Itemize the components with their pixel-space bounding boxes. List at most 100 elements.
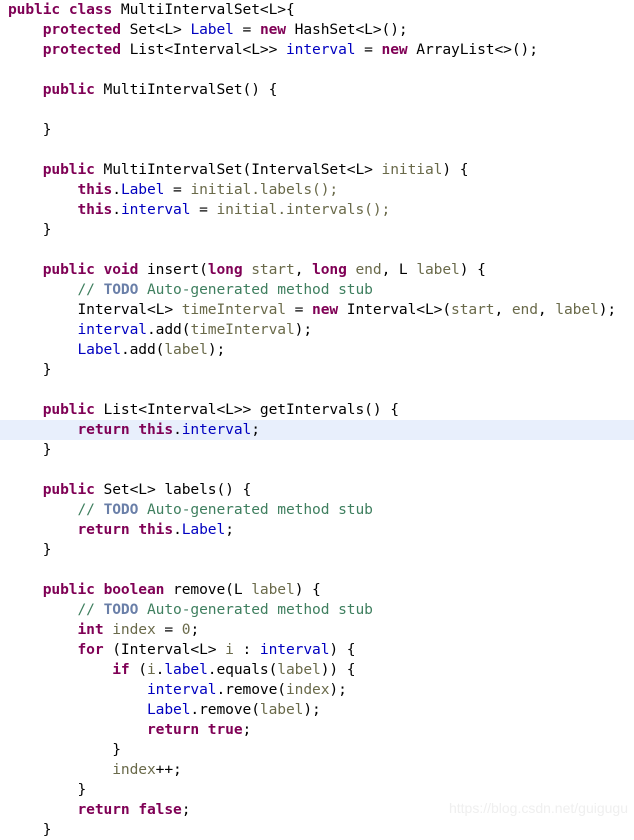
token-plain: } xyxy=(8,121,52,138)
code-line[interactable]: } xyxy=(0,540,634,560)
code-line[interactable]: protected List<Interval<L>> interval = n… xyxy=(0,40,634,60)
code-line[interactable]: // TODO Auto-generated method stub xyxy=(0,500,634,520)
token-local: label xyxy=(251,581,295,598)
code-line[interactable]: // TODO Auto-generated method stub xyxy=(0,600,634,620)
source-code-listing[interactable]: public class MultiIntervalSet<L>{ protec… xyxy=(0,0,634,840)
code-line[interactable]: } xyxy=(0,820,634,840)
token-plain: Set<L> labels() { xyxy=(94,481,252,498)
code-line[interactable]: Label.remove(label); xyxy=(0,700,634,720)
token-plain: (Interval<L> xyxy=(103,641,226,658)
token-field: Label xyxy=(190,21,234,38)
token-plain: ++; xyxy=(155,761,182,778)
code-line[interactable]: } xyxy=(0,440,634,460)
code-line[interactable]: this.interval = initial.intervals(); xyxy=(0,200,634,220)
code-line[interactable] xyxy=(0,380,634,400)
token-plain: ; xyxy=(251,421,260,438)
token-local: label xyxy=(164,341,208,358)
code-line[interactable]: for (Interval<L> i : interval) { xyxy=(0,640,634,660)
token-plain: = xyxy=(233,21,260,38)
code-line[interactable] xyxy=(0,240,634,260)
token-kw: new xyxy=(259,21,286,38)
code-line[interactable]: } xyxy=(0,740,634,760)
code-line[interactable]: public List<Interval<L>> getIntervals() … xyxy=(0,400,634,420)
token-local: .labels(); xyxy=(251,181,339,198)
code-line[interactable]: return this.Label; xyxy=(0,520,634,540)
token-field: interval xyxy=(259,641,330,658)
code-line[interactable]: interval.add(timeInterval); xyxy=(0,320,634,340)
token-plain: ; xyxy=(242,721,252,738)
token-local: initial xyxy=(216,201,278,218)
token-plain: ) { xyxy=(294,581,321,598)
token-plain: = xyxy=(285,301,313,318)
code-editor-pane[interactable]: public class MultiIntervalSet<L>{ protec… xyxy=(0,0,634,838)
token-plain: Interval<L> xyxy=(8,301,182,318)
code-line[interactable]: if (i.label.equals(label)) { xyxy=(0,660,634,680)
token-plain: ); xyxy=(303,701,321,718)
token-plain: ); xyxy=(598,301,617,318)
code-line[interactable]: int index = 0; xyxy=(0,620,634,640)
token-local: label xyxy=(555,301,599,318)
code-line[interactable]: this.Label = initial.labels(); xyxy=(0,180,634,200)
code-line[interactable]: public void insert(long start, long end,… xyxy=(0,260,634,280)
code-line[interactable]: } xyxy=(0,220,634,240)
code-line[interactable]: // TODO Auto-generated method stub xyxy=(0,280,634,300)
code-line[interactable]: public Set<L> labels() { xyxy=(0,480,634,500)
code-line[interactable]: } xyxy=(0,120,634,140)
code-line[interactable] xyxy=(0,60,634,80)
token-todo: TODO xyxy=(103,501,139,518)
code-line[interactable]: interval.remove(index); xyxy=(0,680,634,700)
token-kw: long xyxy=(312,261,347,278)
token-field: Label xyxy=(146,701,191,718)
token-local: start xyxy=(451,301,495,318)
token-local: label xyxy=(416,261,460,278)
token-local: index xyxy=(112,621,156,638)
token-plain: .equals( xyxy=(207,661,278,678)
token-plain: . xyxy=(112,181,121,198)
code-line[interactable]: public MultiIntervalSet() { xyxy=(0,80,634,100)
token-plain: } xyxy=(8,361,52,378)
token-plain: } xyxy=(8,821,52,838)
token-plain: , xyxy=(537,301,556,318)
token-plain: = xyxy=(164,181,191,198)
token-plain: .add( xyxy=(120,341,165,358)
code-line[interactable]: public class MultiIntervalSet<L>{ xyxy=(0,0,634,20)
code-line[interactable] xyxy=(0,100,634,120)
code-line[interactable]: protected Set<L> Label = new HashSet<L>(… xyxy=(0,20,634,40)
token-comment: // xyxy=(77,601,104,618)
token-comment: // xyxy=(77,501,104,518)
code-line-current[interactable]: return this.interval; xyxy=(0,420,634,440)
token-local: index xyxy=(112,761,156,778)
token-kw: public xyxy=(42,481,95,498)
token-kw: if xyxy=(112,661,130,678)
token-local: timeInterval xyxy=(181,301,286,318)
watermark-text: https://blog.csdn.net/guigugu xyxy=(448,800,628,816)
token-local: i xyxy=(146,661,156,678)
code-line[interactable] xyxy=(0,560,634,580)
code-line[interactable]: index++; xyxy=(0,760,634,780)
token-plain: List<Interval<L>> xyxy=(120,41,286,58)
token-field: interval xyxy=(77,321,148,338)
token-plain: ); xyxy=(329,681,347,698)
token-plain: } xyxy=(8,741,121,758)
code-line[interactable]: public MultiIntervalSet(IntervalSet<L> i… xyxy=(0,160,634,180)
code-line[interactable] xyxy=(0,460,634,480)
token-kw: protected xyxy=(42,21,121,38)
code-line[interactable] xyxy=(0,140,634,160)
token-kw: for xyxy=(77,641,104,658)
code-line[interactable]: Interval<L> timeInterval = new Interval<… xyxy=(0,300,634,320)
code-line[interactable]: public boolean remove(L label) { xyxy=(0,580,634,600)
code-line[interactable]: Label.add(label); xyxy=(0,340,634,360)
token-local: i xyxy=(225,641,234,658)
token-plain: ) { xyxy=(329,641,356,658)
code-line[interactable]: return true; xyxy=(0,720,634,740)
code-line[interactable]: } xyxy=(0,360,634,380)
code-line[interactable]: } xyxy=(0,780,634,800)
